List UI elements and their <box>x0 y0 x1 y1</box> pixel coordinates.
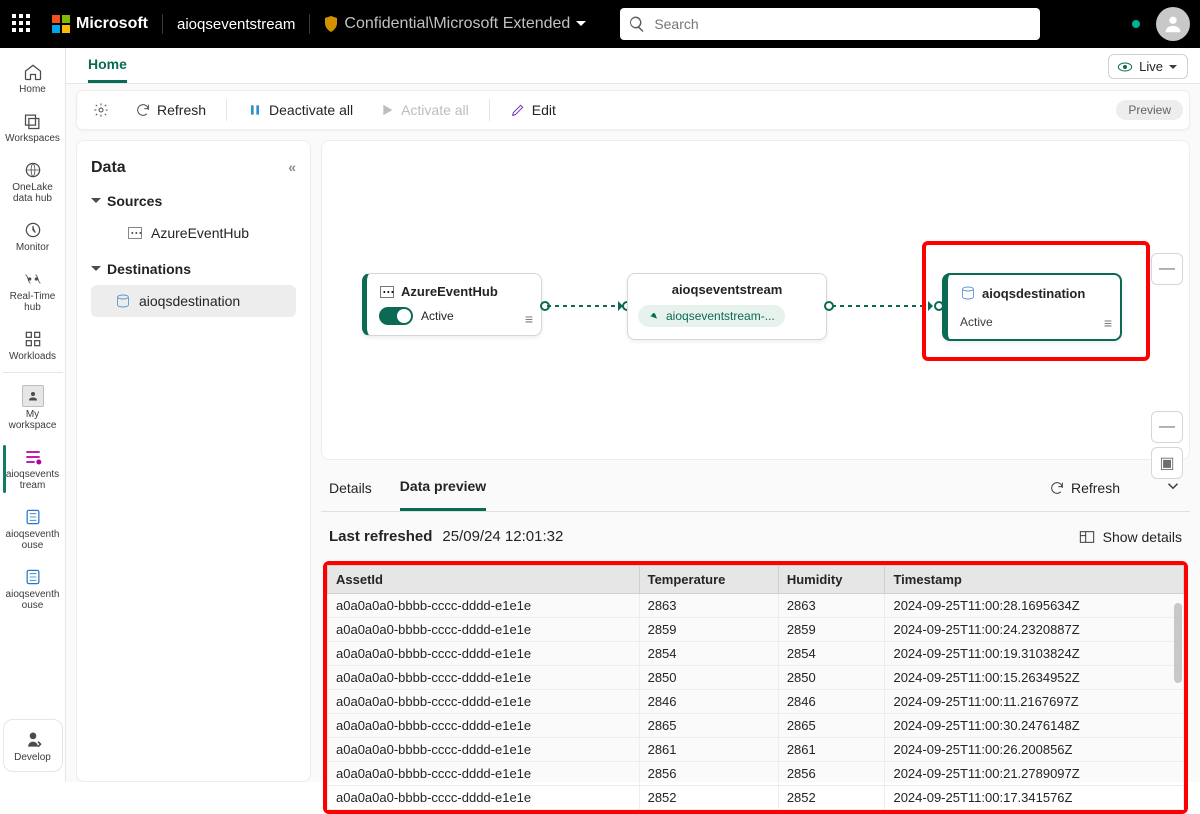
preview-panel: Details Data preview Refresh Last refres… <box>321 464 1190 782</box>
collapse-icon[interactable]: « <box>288 159 296 177</box>
refresh-button[interactable]: Refresh <box>125 96 216 124</box>
highlight-frame-table: AssetIdTemperatureHumidityTimestamp a0a0… <box>323 561 1188 814</box>
person-icon <box>22 385 44 407</box>
brand: Microsoft <box>52 15 148 33</box>
database-icon <box>115 293 131 309</box>
col-header[interactable]: Timestamp <box>885 566 1184 594</box>
data-panel-title: Data <box>91 159 126 177</box>
tab-data-preview[interactable]: Data preview <box>400 464 486 511</box>
table-row[interactable]: a0a0a0a0-bbbb-cccc-dddd-e1e1e28502850202… <box>328 666 1184 690</box>
destinations-group[interactable]: Destinations <box>91 261 296 277</box>
rail-eventstream[interactable]: aioqsevents tream <box>3 439 63 499</box>
eventhub-icon <box>379 285 395 299</box>
zoom-in[interactable]: — <box>1151 253 1183 285</box>
stream-chip: aioqseventstream-... <box>638 305 785 327</box>
preview-badge: Preview <box>1116 100 1183 120</box>
resource-name[interactable]: aioqseventstream <box>177 16 295 33</box>
rail-home[interactable]: Home <box>3 54 63 103</box>
rail-monitor[interactable]: Monitor <box>3 212 63 261</box>
source-azureeventhub[interactable]: AzureEventHub <box>91 217 296 249</box>
table-row[interactable]: a0a0a0a0-bbbb-cccc-dddd-e1e1e28592859202… <box>328 618 1184 642</box>
data-table: AssetIdTemperatureHumidityTimestamp a0a0… <box>327 565 1184 810</box>
table-row[interactable]: a0a0a0a0-bbbb-cccc-dddd-e1e1e28632863202… <box>328 594 1184 618</box>
node-stream[interactable]: aioqseventstream aioqseventstream-... <box>627 273 827 340</box>
rail-realtime[interactable]: Real-Time hub <box>3 261 63 321</box>
chevron-down-icon <box>576 21 586 31</box>
destination-aioqsdestination[interactable]: aioqsdestination <box>91 285 296 317</box>
presence-indicator <box>1130 18 1142 30</box>
node-menu-icon[interactable]: ≡ <box>525 311 533 327</box>
canvas[interactable]: AzureEventHub Active ≡ aioqseventstream … <box>321 140 1190 460</box>
rail-myworkspace[interactable]: My workspace <box>3 372 63 439</box>
nav-rail: Home Workspaces OneLake data hub Monitor… <box>0 48 66 782</box>
deactivate-all-button[interactable]: Deactivate all <box>237 96 363 124</box>
last-refreshed-label: Last refreshed <box>329 528 432 545</box>
database-icon <box>960 285 976 301</box>
titlebar: Microsoft aioqseventstream Confidential\… <box>0 0 1200 48</box>
rail-workspaces[interactable]: Workspaces <box>3 103 63 152</box>
dest-status: Active <box>960 315 1108 329</box>
rail-eventhouse-1[interactable]: aioqseventh ouse <box>3 499 63 559</box>
doc-tabs: Home Live <box>66 48 1200 84</box>
chevron-down-icon <box>1169 65 1177 73</box>
zoom-out[interactable]: — <box>1151 411 1183 443</box>
sources-group[interactable]: Sources <box>91 193 296 209</box>
edit-button[interactable]: Edit <box>500 96 566 124</box>
col-header[interactable]: AssetId <box>328 566 640 594</box>
node-destination[interactable]: aioqsdestination Active ≡ <box>942 273 1122 341</box>
activate-all-button: Activate all <box>369 96 479 124</box>
live-mode-toggle[interactable]: Live <box>1108 54 1188 79</box>
tab-home[interactable]: Home <box>88 48 127 83</box>
active-toggle[interactable] <box>379 307 413 325</box>
last-refreshed-value: 25/09/24 12:01:32 <box>442 528 563 545</box>
node-source[interactable]: AzureEventHub Active ≡ <box>362 273 542 336</box>
account-avatar[interactable] <box>1156 7 1190 41</box>
table-row[interactable]: a0a0a0a0-bbbb-cccc-dddd-e1e1e28542854202… <box>328 642 1184 666</box>
table-row[interactable]: a0a0a0a0-bbbb-cccc-dddd-e1e1e28462846202… <box>328 690 1184 714</box>
table-row[interactable]: a0a0a0a0-bbbb-cccc-dddd-e1e1e28612861202… <box>328 738 1184 762</box>
col-header[interactable]: Humidity <box>778 566 885 594</box>
scrollbar[interactable] <box>1174 593 1182 804</box>
rail-workloads[interactable]: Workloads <box>3 321 63 370</box>
toolbar: Refresh Deactivate all Activate all Edit… <box>76 90 1190 130</box>
rail-onelake[interactable]: OneLake data hub <box>3 152 63 212</box>
search-input[interactable] <box>620 8 1040 40</box>
search[interactable] <box>620 8 1040 40</box>
microsoft-logo-icon <box>52 15 70 33</box>
chevron-down-icon <box>91 198 101 208</box>
table-row[interactable]: a0a0a0a0-bbbb-cccc-dddd-e1e1e28652865202… <box>328 714 1184 738</box>
eventhub-icon <box>127 226 143 240</box>
col-header[interactable]: Temperature <box>639 566 778 594</box>
settings-button[interactable] <box>83 96 119 124</box>
tab-details[interactable]: Details <box>329 466 372 510</box>
data-panel: Data « Sources AzureEventHub Destination… <box>76 140 311 782</box>
classification-picker[interactable]: Confidential\Microsoft Extended <box>324 15 586 33</box>
rail-develop[interactable]: Develop <box>3 719 63 772</box>
node-menu-icon[interactable]: ≡ <box>1104 315 1112 331</box>
table-row[interactable]: a0a0a0a0-bbbb-cccc-dddd-e1e1e28522852202… <box>328 786 1184 810</box>
app-launcher-icon[interactable] <box>12 14 32 34</box>
show-details-button[interactable]: Show details <box>1079 529 1182 545</box>
collapse-preview[interactable] <box>1164 477 1182 498</box>
rail-eventhouse-2[interactable]: aioqseventh ouse <box>3 559 63 619</box>
classification-text: Confidential\Microsoft Extended <box>344 15 570 33</box>
chevron-down-icon <box>91 266 101 276</box>
preview-refresh[interactable]: Refresh <box>1049 480 1120 496</box>
brand-text: Microsoft <box>76 15 148 33</box>
